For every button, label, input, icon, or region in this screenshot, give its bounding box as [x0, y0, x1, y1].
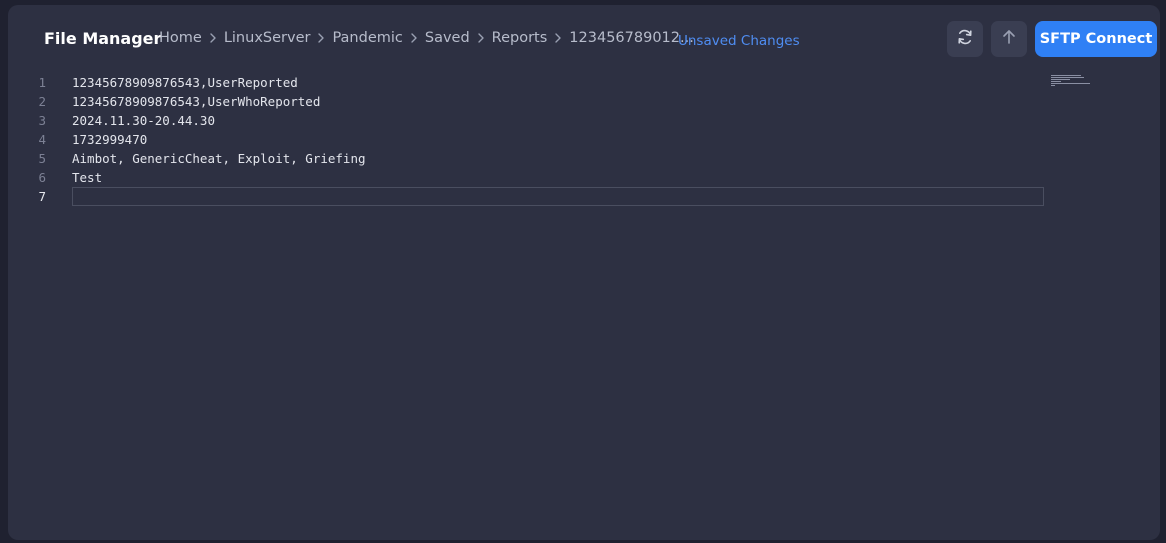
line-text[interactable]: 12345678909876543,UserReported [72, 73, 298, 92]
chevron-right-icon [407, 31, 421, 45]
breadcrumb-item-reports[interactable]: Reports [492, 30, 548, 46]
sftp-connect-button[interactable]: SFTP Connect [1035, 21, 1157, 57]
editor-line[interactable]: 5 Aimbot, GenericCheat, Exploit, Griefin… [8, 149, 1048, 168]
line-text[interactable]: Aimbot, GenericCheat, Exploit, Griefing [72, 149, 366, 168]
editor-minimap[interactable] [1051, 73, 1111, 93]
minimap-line [1051, 77, 1084, 78]
minimap-line [1051, 79, 1070, 80]
line-number: 1 [38, 75, 46, 90]
refresh-button[interactable] [947, 21, 983, 57]
chevron-right-icon [551, 31, 565, 45]
breadcrumb-item-saved[interactable]: Saved [425, 30, 470, 46]
line-text[interactable]: 2024.11.30-20.44.30 [72, 111, 215, 130]
line-number: 6 [38, 170, 46, 185]
chevron-right-icon [206, 31, 220, 45]
line-number: 3 [38, 113, 46, 128]
unsaved-changes-status: Unsaved Changes [678, 33, 800, 49]
line-number: 7 [38, 189, 46, 204]
editor-line[interactable]: 2 12345678909876543,UserWhoReported [8, 92, 1048, 111]
code-editor[interactable]: 1 12345678909876543,UserReported 2 12345… [8, 73, 1048, 373]
page-title: File Manager [44, 29, 162, 48]
line-text[interactable]: Test [72, 168, 102, 187]
line-number: 2 [38, 94, 46, 109]
minimap-line [1051, 81, 1061, 82]
upload-button[interactable] [991, 21, 1027, 57]
breadcrumb: Home LinuxServer Pandemic Saved Reports … [159, 30, 694, 46]
chevron-right-icon [314, 31, 328, 45]
header-bar: File Manager Home LinuxServer Pandemic S… [8, 5, 1160, 73]
line-text[interactable]: 1732999470 [72, 130, 147, 149]
breadcrumb-item-current-file[interactable]: 123456789012... [569, 30, 694, 46]
line-number: 5 [38, 151, 46, 166]
line-text[interactable]: 12345678909876543,UserWhoReported [72, 92, 320, 111]
line-number: 4 [38, 132, 46, 147]
breadcrumb-item-linuxserver[interactable]: LinuxServer [224, 30, 311, 46]
editor-line[interactable]: 3 2024.11.30-20.44.30 [8, 111, 1048, 130]
editor-line[interactable]: 1 12345678909876543,UserReported [8, 73, 1048, 92]
chevron-right-icon [474, 31, 488, 45]
editor-line[interactable]: 4 1732999470 [8, 130, 1048, 149]
file-manager-panel: File Manager Home LinuxServer Pandemic S… [8, 5, 1160, 540]
refresh-icon [955, 27, 975, 51]
arrow-up-icon [999, 27, 1019, 51]
breadcrumb-item-pandemic[interactable]: Pandemic [332, 30, 402, 46]
minimap-line [1051, 75, 1081, 76]
minimap-line [1051, 85, 1055, 86]
breadcrumb-item-home[interactable]: Home [159, 30, 202, 46]
editor-line[interactable]: 6 Test [8, 168, 1048, 187]
minimap-line [1051, 83, 1090, 84]
editor-line-active[interactable]: 7 [8, 187, 1048, 206]
